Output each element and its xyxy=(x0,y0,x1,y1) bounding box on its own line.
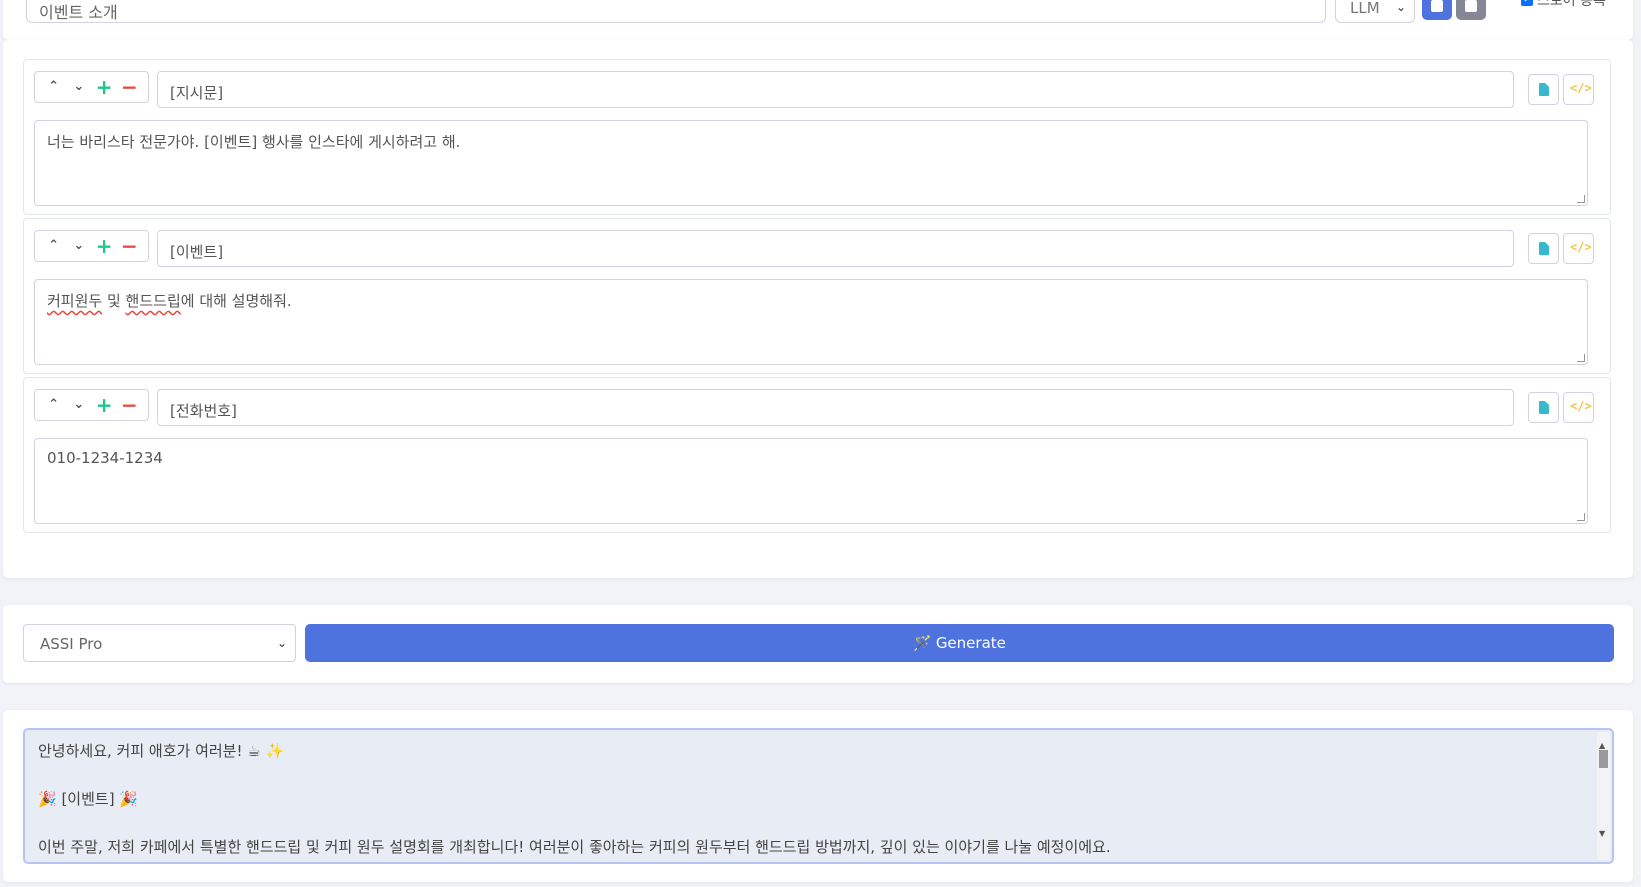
generate-button-label: Generate xyxy=(935,634,1006,652)
resize-handle[interactable] xyxy=(1577,195,1585,203)
block-label-input[interactable]: [전화번호] xyxy=(157,389,1514,426)
resize-handle[interactable] xyxy=(1577,513,1585,521)
prompt-block: ⌃ ⌄ + − [지시문] </> 너는 바리스타 전문가야. [이벤트] 행사… xyxy=(23,59,1611,215)
output-line: 안녕하세요, 커피 애호가 여러분! ☕ ✨ xyxy=(38,742,285,760)
move-up-icon[interactable]: ⌃ xyxy=(43,390,65,420)
block-content-text: 010-1234-1234 xyxy=(47,449,163,467)
file-icon xyxy=(1539,401,1549,414)
add-block-icon[interactable]: + xyxy=(93,390,115,420)
move-down-icon[interactable]: ⌄ xyxy=(68,72,90,102)
misspelled-word: 커피원두 xyxy=(47,292,103,310)
block-label-input[interactable]: [이벤트] xyxy=(157,230,1514,267)
move-up-icon[interactable]: ⌃ xyxy=(43,231,65,261)
move-up-icon[interactable]: ⌃ xyxy=(43,72,65,102)
export-icon xyxy=(1465,0,1477,12)
llm-select[interactable]: LLM ⌄ xyxy=(1335,0,1415,23)
output-line: 🎉 [이벤트] 🎉 xyxy=(38,790,138,808)
store-register-label: 스토어 등록 xyxy=(1537,0,1606,9)
model-select-value: ASSI Pro xyxy=(40,635,103,653)
block-controls: ⌃ ⌄ + − xyxy=(34,230,149,262)
move-down-icon[interactable]: ⌄ xyxy=(68,231,90,261)
add-block-icon[interactable]: + xyxy=(93,72,115,102)
block-controls: ⌃ ⌄ + − xyxy=(34,389,149,421)
code-icon: </> xyxy=(1570,81,1592,95)
code-button[interactable]: </> xyxy=(1563,74,1594,105)
block-content-textarea[interactable]: 너는 바리스타 전문가야. [이벤트] 행사를 인스타에 게시하려고 해. xyxy=(34,120,1588,206)
misspelled-word: 핸드드립 xyxy=(125,292,181,310)
generate-button[interactable]: 🪄 Generate xyxy=(305,624,1614,662)
copy-button[interactable] xyxy=(1422,0,1452,20)
file-button[interactable] xyxy=(1528,392,1559,423)
scroll-down-icon[interactable]: ▼ xyxy=(1599,822,1605,846)
generate-card: ASSI Pro ⌄ 🪄 Generate xyxy=(3,605,1633,683)
file-icon xyxy=(1539,83,1549,96)
prompt-blocks-card: ⌃ ⌄ + − [지시문] </> 너는 바리스타 전문가야. [이벤트] 행사… xyxy=(3,40,1633,578)
remove-block-icon[interactable]: − xyxy=(118,72,140,102)
scrollbar[interactable]: ▲ ▼ xyxy=(1597,732,1610,860)
chevron-down-icon: ⌄ xyxy=(276,636,287,650)
output-card: 안녕하세요, 커피 애호가 여러분! ☕ ✨ 🎉 [이벤트] 🎉 이번 주말, … xyxy=(3,710,1633,882)
chevron-down-icon: ⌄ xyxy=(1395,0,1406,14)
prompt-block: ⌃ ⌄ + − [전화번호] </> 010-1234-1234 xyxy=(23,377,1611,533)
block-content-textarea[interactable]: 커피원두 및 핸드드립에 대해 설명해줘. xyxy=(34,279,1588,365)
copy-icon xyxy=(1431,0,1443,12)
prompt-block: ⌃ ⌄ + − [이벤트] </> 커피원두 및 핸드드립에 대해 설명해줘. xyxy=(23,218,1611,374)
scrollbar-thumb[interactable] xyxy=(1599,750,1608,768)
code-icon: </> xyxy=(1570,240,1592,254)
file-button[interactable] xyxy=(1528,233,1559,264)
block-content-text: 너는 바리스타 전문가야. [이벤트] 행사를 인스타에 게시하려고 해. xyxy=(47,133,461,151)
model-select[interactable]: ASSI Pro ⌄ xyxy=(23,624,296,662)
title-bar: 이벤트 소개 LLM ⌄ ✓ 스토어 등록 xyxy=(3,0,1633,40)
remove-block-icon[interactable]: − xyxy=(118,390,140,420)
block-content-text: 및 xyxy=(102,292,126,310)
output-textarea[interactable]: 안녕하세요, 커피 애호가 여러분! ☕ ✨ 🎉 [이벤트] 🎉 이번 주말, … xyxy=(23,728,1614,864)
file-button[interactable] xyxy=(1528,74,1559,105)
block-content-text: 에 대해 설명해줘. xyxy=(180,292,292,310)
prompt-title-input[interactable]: 이벤트 소개 xyxy=(26,0,1326,23)
magic-wand-icon: 🪄 xyxy=(913,634,932,652)
resize-handle[interactable] xyxy=(1577,354,1585,362)
block-controls: ⌃ ⌄ + − xyxy=(34,71,149,103)
block-content-textarea[interactable]: 010-1234-1234 xyxy=(34,438,1588,524)
llm-select-value: LLM xyxy=(1350,0,1380,17)
add-block-icon[interactable]: + xyxy=(93,231,115,261)
code-icon: </> xyxy=(1570,399,1592,413)
remove-block-icon[interactable]: − xyxy=(118,231,140,261)
code-button[interactable]: </> xyxy=(1563,233,1594,264)
file-icon xyxy=(1539,242,1549,255)
code-button[interactable]: </> xyxy=(1563,392,1594,423)
store-register-checkbox[interactable]: ✓ 스토어 등록 xyxy=(1521,0,1606,10)
move-down-icon[interactable]: ⌄ xyxy=(68,390,90,420)
export-button[interactable] xyxy=(1456,0,1486,20)
output-line: 이번 주말, 저희 카페에서 특별한 핸드드립 및 커피 원두 설명회를 개최합… xyxy=(38,838,1111,856)
checkmark-icon: ✓ xyxy=(1521,0,1533,6)
block-label-input[interactable]: [지시문] xyxy=(157,71,1514,108)
